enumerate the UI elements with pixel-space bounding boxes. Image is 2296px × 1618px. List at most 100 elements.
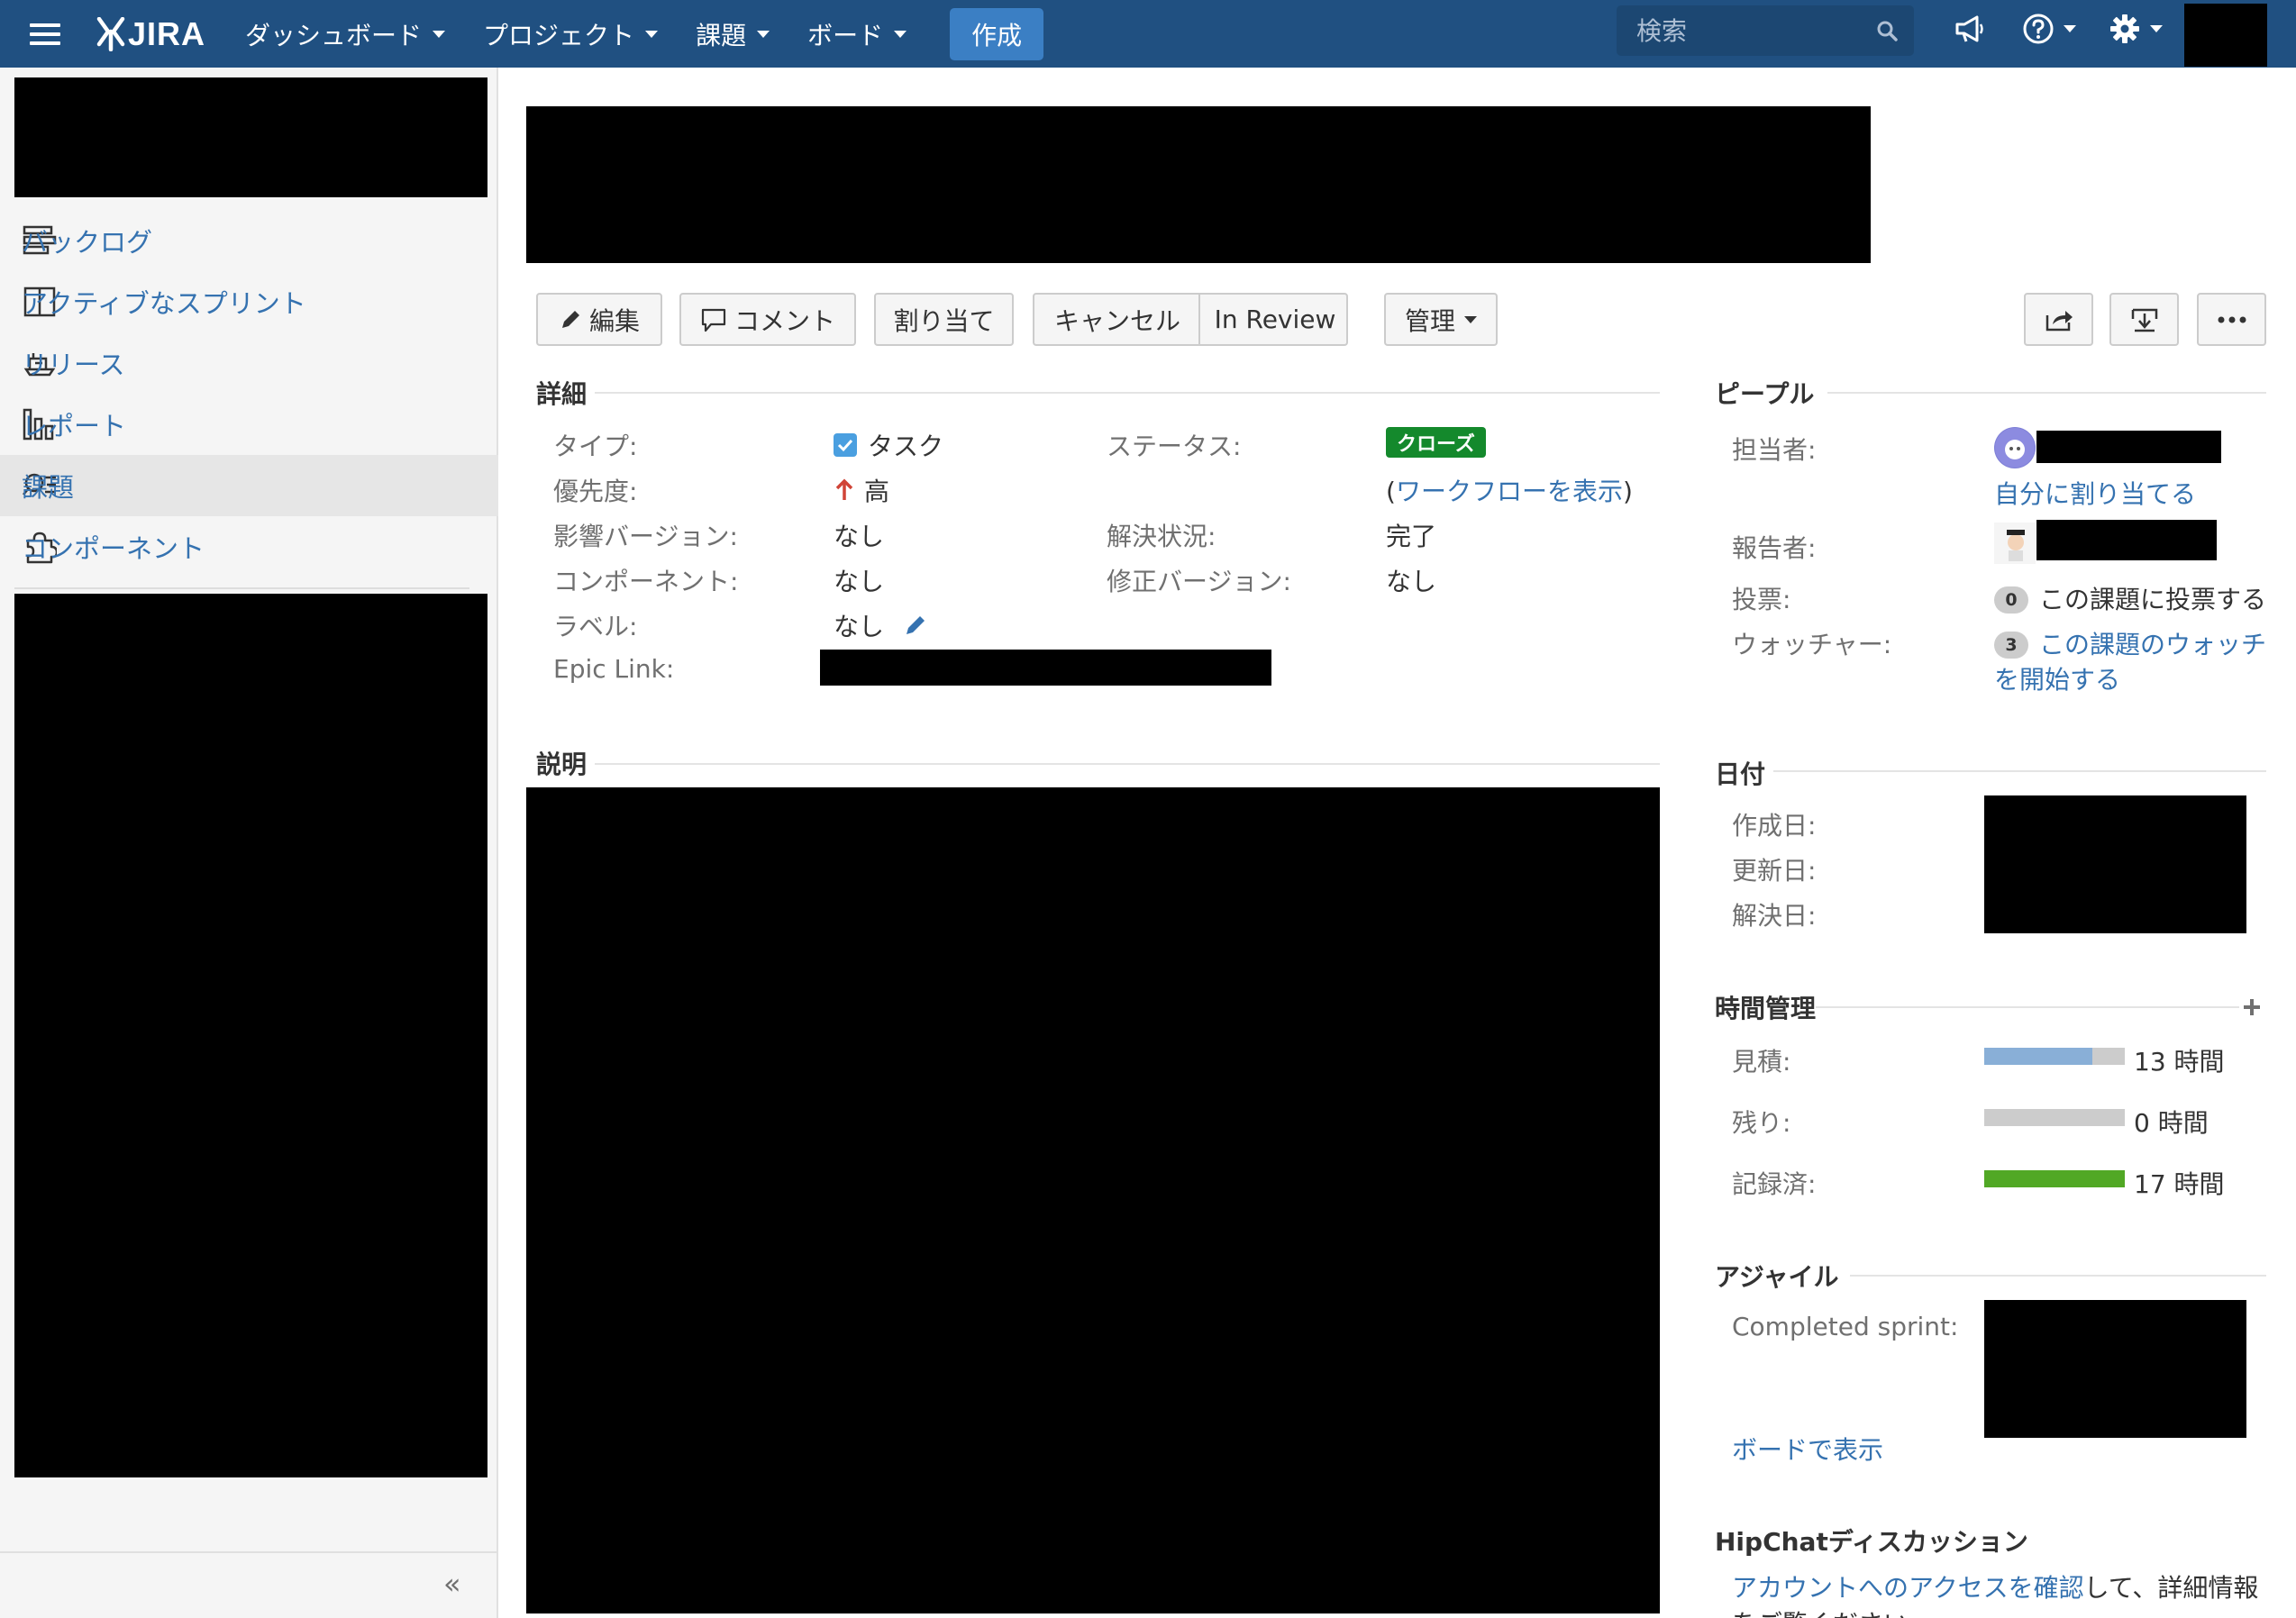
task-type-icon xyxy=(834,433,857,457)
pencil-icon xyxy=(561,310,579,328)
assign-button[interactable]: 割り当て xyxy=(874,293,1014,346)
votes-label: 投票: xyxy=(1732,585,1791,614)
nav-boards[interactable]: ボード xyxy=(807,16,907,52)
nav-projects[interactable]: プロジェクト xyxy=(483,16,659,52)
edit-button[interactable]: 編集 xyxy=(536,293,662,346)
assignee-label: 担当者: xyxy=(1732,435,1817,465)
export-icon xyxy=(2131,308,2157,332)
nav-issues-label: 課題 xyxy=(696,20,747,50)
section-divider xyxy=(595,763,1660,765)
labels-label: ラベル: xyxy=(553,612,638,641)
reporter-avatar-icon xyxy=(1994,523,2036,564)
sidebar-item-issues[interactable]: 課題 xyxy=(0,455,498,516)
gear-icon xyxy=(2110,14,2139,43)
project-header-redacted xyxy=(14,77,487,197)
comment-icon xyxy=(701,308,726,332)
more-options-button[interactable] xyxy=(2197,293,2266,346)
create-button[interactable]: 作成 xyxy=(950,7,1044,60)
view-on-board-link[interactable]: ボードで表示 xyxy=(1732,1431,1883,1467)
nav-boards-label: ボード xyxy=(807,20,884,50)
nav-dashboards-label: ダッシュボード xyxy=(245,20,423,50)
paren-open: ( xyxy=(1386,477,1396,506)
people-heading: ピープル xyxy=(1715,379,1815,409)
assign-to-me-link[interactable]: 自分に割り当てる xyxy=(1994,475,2196,511)
chevron-down-icon xyxy=(2064,25,2076,32)
edit-labels-icon[interactable] xyxy=(903,613,928,638)
app-switcher-menu-icon[interactable] xyxy=(22,0,68,68)
reporter-name-redacted[interactable] xyxy=(2036,520,2217,560)
type-value: タスク xyxy=(834,427,943,463)
view-workflow-link[interactable]: ワークフローを表示 xyxy=(1396,477,1623,506)
resolved-label: 解決日: xyxy=(1732,901,1817,931)
logged-label: 記録済: xyxy=(1732,1169,1817,1199)
chevron-down-icon xyxy=(757,30,770,38)
sidebar-item-releases[interactable]: リリース xyxy=(0,332,498,394)
search-icon[interactable] xyxy=(1876,20,1898,41)
fix-version-label: 修正バージョン: xyxy=(1107,567,1291,596)
type-label: タイプ: xyxy=(553,432,638,461)
button-group-divider xyxy=(1198,295,1200,344)
help-menu[interactable] xyxy=(2022,13,2076,45)
priority-text: 高 xyxy=(864,477,890,506)
start-watching-link[interactable]: この課題のウォッチ xyxy=(2039,630,2266,659)
view-workflow: (ワークフローを表示) xyxy=(1386,472,1633,508)
section-divider xyxy=(1816,1006,2239,1008)
status-badge: クローズ xyxy=(1386,427,1486,458)
resolution-label: 解決状況: xyxy=(1107,522,1216,551)
remaining-label: 残り: xyxy=(1732,1108,1791,1138)
component-label: コンポーネント: xyxy=(553,567,739,596)
sidebar-item-active-sprint[interactable]: アクティブなスプリント xyxy=(0,271,498,332)
component-value: なし xyxy=(834,567,885,596)
issue-header-redacted xyxy=(526,106,1871,263)
agile-heading: アジャイル xyxy=(1715,1262,1839,1292)
jira-logo[interactable]: JIRA xyxy=(96,15,205,53)
cancel-button[interactable]: キャンセル xyxy=(1034,302,1200,338)
completed-sprint-label: Completed sprint: xyxy=(1732,1312,1959,1341)
sidebar-divider xyxy=(14,587,469,589)
nav-dashboards[interactable]: ダッシュボード xyxy=(245,16,446,52)
votes-count-badge: 0 xyxy=(1994,586,2028,614)
epic-link-redacted[interactable] xyxy=(820,650,1271,686)
resolution-value: 完了 xyxy=(1386,522,1437,551)
export-button[interactable] xyxy=(2109,293,2179,346)
hipchat-access-link[interactable]: アカウントへのアクセスを確認 xyxy=(1732,1573,2084,1603)
section-divider xyxy=(1773,770,2266,772)
chevron-down-icon xyxy=(1464,315,1477,323)
logged-value: 17 時間 xyxy=(2134,1169,2225,1199)
nav-issues[interactable]: 課題 xyxy=(696,16,770,52)
section-divider xyxy=(1827,392,2266,394)
status-label: ステータス: xyxy=(1107,432,1242,461)
reporter-label: 報告者: xyxy=(1732,533,1817,563)
user-avatar-redacted[interactable] xyxy=(2184,4,2267,67)
workflow-button-group: キャンセル In Review xyxy=(1033,293,1348,346)
sidebar-item-components[interactable]: コンポーネント xyxy=(0,516,498,577)
sidebar-item-label: 課題 xyxy=(22,472,75,503)
start-watching-link-cont[interactable]: を開始する xyxy=(1994,660,2120,696)
dates-values-redacted xyxy=(1984,795,2246,933)
announcement-icon[interactable] xyxy=(1954,13,1986,45)
assignee-name-redacted[interactable] xyxy=(2036,431,2221,463)
affects-version-value: なし xyxy=(834,522,885,551)
sidebar-item-reports[interactable]: レポート xyxy=(0,394,498,455)
log-work-plus-icon[interactable] xyxy=(2242,997,2262,1017)
section-divider xyxy=(1850,1275,2266,1277)
in-review-button[interactable]: In Review xyxy=(1202,305,1348,334)
edit-label: 編集 xyxy=(588,305,640,336)
votes-value: 0 この課題に投票する xyxy=(1994,580,2266,616)
sidebar-item-label: コンポーネント xyxy=(22,533,205,564)
comment-button[interactable]: コメント xyxy=(679,293,856,346)
comment-label: コメント xyxy=(733,305,835,336)
settings-menu[interactable] xyxy=(2109,13,2163,45)
priority-label: 優先度: xyxy=(553,477,638,506)
collapse-sidebar-icon[interactable]: « xyxy=(443,1567,461,1601)
labels-text: なし xyxy=(834,612,885,641)
search-input[interactable] xyxy=(1636,15,1862,46)
admin-menu-button[interactable]: 管理 xyxy=(1384,293,1498,346)
estimated-bar xyxy=(1984,1048,2092,1065)
project-sidebar: バックログ アクティブなスプリント リリース レポート 課題 コンポーネント « xyxy=(0,68,498,1618)
share-button[interactable] xyxy=(2024,293,2093,346)
hipchat-message: アカウントへのアクセスを確認して、詳細情報 xyxy=(1732,1568,2258,1604)
vote-text[interactable]: この課題に投票する xyxy=(2039,585,2266,614)
type-text: タスク xyxy=(868,432,944,461)
sidebar-item-backlog[interactable]: バックログ xyxy=(0,210,498,271)
